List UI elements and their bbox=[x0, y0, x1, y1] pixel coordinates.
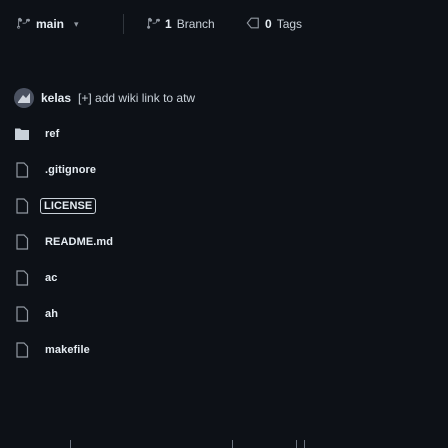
file-name[interactable]: makefile bbox=[45, 344, 90, 356]
edge-tick bbox=[70, 440, 71, 448]
branches-link[interactable]: 1 Branch bbox=[146, 14, 215, 34]
git-branch-icon bbox=[146, 16, 160, 33]
chevron-down-icon: ▾ bbox=[74, 18, 79, 29]
edge-tick bbox=[232, 440, 233, 448]
toolbar-divider bbox=[123, 14, 124, 34]
file-icon bbox=[14, 270, 30, 286]
list-item[interactable]: LICENSE bbox=[14, 192, 414, 220]
file-icon bbox=[14, 162, 30, 178]
file-name[interactable]: .gitignore bbox=[45, 164, 96, 176]
list-item[interactable]: ref bbox=[14, 120, 414, 148]
branches-label: Branch bbox=[176, 17, 215, 31]
commit-author[interactable]: kelas bbox=[41, 91, 71, 105]
commit-message[interactable]: [+] add wiki link to atw bbox=[78, 91, 195, 105]
file-icon bbox=[14, 198, 30, 214]
branch-name: main bbox=[36, 17, 65, 31]
file-icon bbox=[14, 306, 30, 322]
edge-tick bbox=[296, 440, 297, 448]
tag-icon bbox=[246, 16, 260, 33]
file-name[interactable]: ac bbox=[45, 272, 57, 284]
tags-link[interactable]: 0 Tags bbox=[246, 14, 302, 34]
file-name[interactable]: ref bbox=[45, 128, 59, 140]
file-name[interactable]: LICENSE bbox=[39, 198, 97, 214]
scroll-edge bbox=[0, 436, 448, 448]
branch-selector[interactable]: main ▾ bbox=[16, 14, 79, 34]
folder-icon bbox=[14, 126, 30, 142]
file-name[interactable]: README.md bbox=[45, 236, 113, 248]
list-item[interactable]: makefile bbox=[14, 336, 414, 364]
avatar[interactable] bbox=[14, 88, 34, 108]
branches-count: 1 bbox=[165, 17, 172, 31]
tags-count: 0 bbox=[265, 17, 272, 31]
file-icon bbox=[14, 342, 30, 358]
latest-commit: kelas [+] add wiki link to atw bbox=[14, 86, 195, 110]
edge-tick bbox=[304, 440, 305, 448]
list-item[interactable]: .gitignore bbox=[14, 156, 414, 184]
git-branch-icon bbox=[16, 16, 30, 33]
list-item[interactable]: ah bbox=[14, 300, 414, 328]
list-item[interactable]: ac bbox=[14, 264, 414, 292]
list-item[interactable]: README.md bbox=[14, 228, 414, 256]
file-icon bbox=[14, 234, 30, 250]
file-name[interactable]: ah bbox=[45, 308, 58, 320]
repo-toolbar: main ▾ 1 Branch 0 Tags bbox=[0, 0, 448, 48]
tags-label: Tags bbox=[276, 17, 303, 31]
